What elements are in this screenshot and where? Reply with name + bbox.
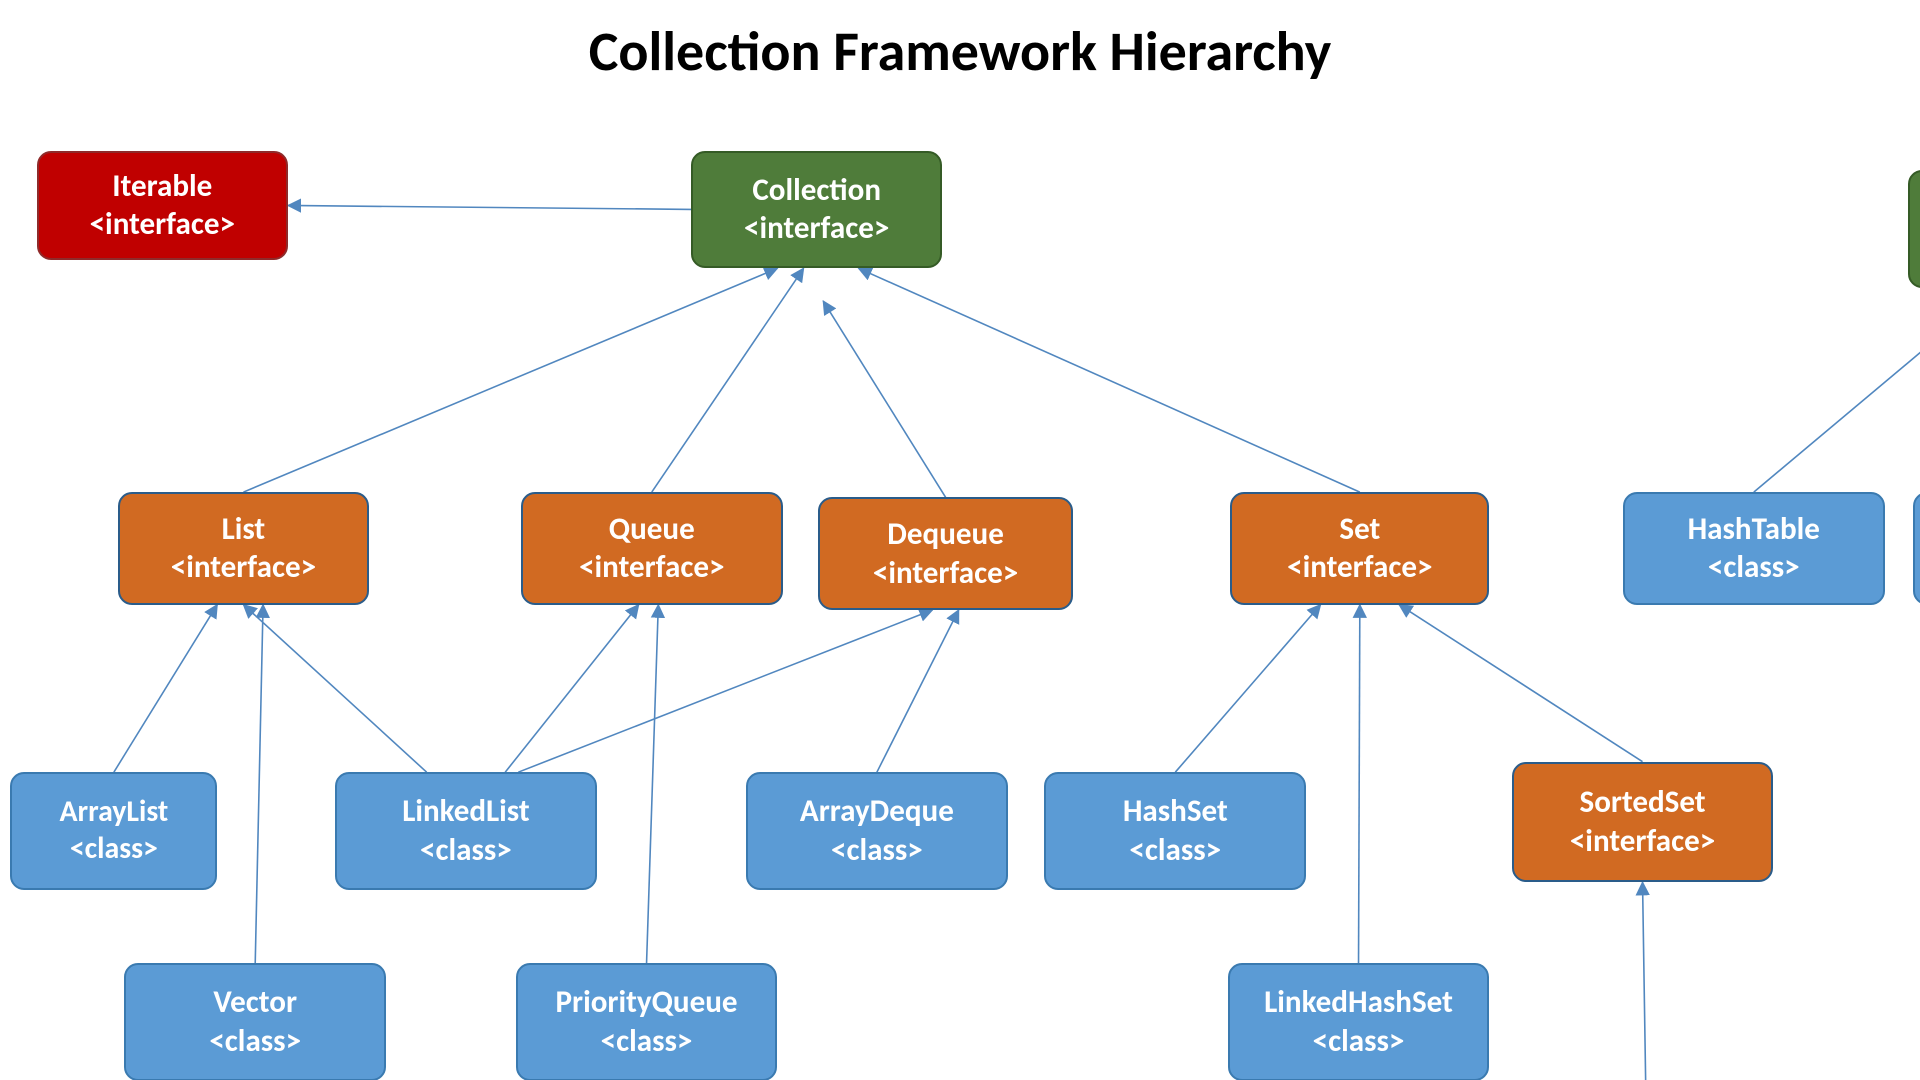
edge-linkedlist-to-queue [505, 605, 638, 773]
node-label: LinkedHashSet [1242, 983, 1476, 1022]
node-label: HashSet [1058, 792, 1292, 831]
node-stereotype: <interface> [832, 554, 1059, 593]
node-stereotype: <interface> [535, 548, 769, 587]
node-priorityqueue: PriorityQueue<class> [516, 963, 778, 1080]
node-stereotype: <class> [1242, 1022, 1476, 1061]
node-stereotype: <class> [760, 831, 994, 870]
edge-linkedhashset-to-set [1359, 605, 1360, 964]
node-vector: Vector<class> [124, 963, 386, 1080]
diagram-title: Collection Framework Hierarchy [0, 18, 1920, 86]
edge-vector-to-list [255, 605, 263, 964]
edge-arraylist-to-list [114, 605, 217, 773]
node-label: ArrayList [24, 794, 203, 831]
node-hashmap: HashMap<class> [1913, 492, 1920, 605]
node-linkedlist: LinkedList<class> [335, 772, 597, 890]
edge-queue-to-collection [652, 268, 804, 492]
diagram-canvas: Collection Framework Hierarchy Iterable<… [0, 0, 1920, 1080]
edge-list-to-collection [243, 268, 777, 492]
edge-set-to-collection [859, 268, 1360, 492]
node-stereotype: <interface> [1244, 548, 1475, 587]
node-linkedhashset: LinkedHashSet<class> [1228, 963, 1490, 1080]
node-label: Queue [535, 510, 769, 549]
node-arraylist: ArrayList<class> [10, 772, 217, 890]
node-stereotype: <interface> [705, 209, 928, 248]
node-label: ArrayDeque [760, 792, 994, 831]
node-label: Set [1244, 510, 1475, 549]
node-stereotype: <interface> [132, 548, 355, 587]
node-queue: Queue<interface> [521, 492, 783, 605]
edge-linkedlist-to-dequeue [518, 610, 932, 772]
node-stereotype: <class> [1058, 831, 1292, 870]
node-label: PriorityQueue [530, 983, 764, 1022]
edge-collection-to-iterable [288, 205, 691, 209]
edge-sortedset-to-set [1399, 605, 1642, 762]
node-stereotype: <interface> [51, 205, 274, 244]
node-dequeue: Dequeue<interface> [818, 497, 1073, 610]
node-sortedset: SortedSet<interface> [1512, 762, 1774, 882]
node-iterable: Iterable<interface> [37, 151, 288, 261]
edge-hashtable-to-map [1754, 288, 1920, 492]
node-stereotype: <class> [138, 1022, 372, 1061]
node-hashset: HashSet<class> [1044, 772, 1306, 890]
node-label: Vector [138, 983, 372, 1022]
node-hashtable: HashTable<class> [1623, 492, 1885, 605]
edge-linkedlist-to-list [243, 605, 426, 773]
node-set: Set<interface> [1230, 492, 1489, 605]
node-label: HashTable [1637, 510, 1871, 549]
node-list: List<interface> [118, 492, 369, 605]
node-stereotype: <interface> [1526, 822, 1760, 861]
node-label: SortedSet [1526, 783, 1760, 822]
node-stereotype: <class> [1637, 548, 1871, 587]
node-stereotype: <class> [24, 831, 203, 868]
node-label: Iterable [51, 167, 274, 206]
edge-hashset-to-set [1175, 605, 1320, 773]
edge-priorityqueue-to-queue [647, 605, 659, 964]
node-collection: Collection<interface> [691, 151, 942, 269]
node-map: Map<interface> [1908, 170, 1920, 288]
node-stereotype: <class> [349, 831, 583, 870]
edge-dequeue-to-collection [823, 301, 945, 497]
node-label: Collection [705, 171, 928, 210]
edge-treeset-to-sortedset [1643, 882, 1647, 1080]
edge-arraydeque-to-dequeue [877, 610, 959, 772]
node-label: Dequeue [832, 515, 1059, 554]
node-arraydeque: ArrayDeque<class> [746, 772, 1008, 890]
node-label: List [132, 510, 355, 549]
node-stereotype: <class> [530, 1022, 764, 1061]
node-label: LinkedList [349, 792, 583, 831]
